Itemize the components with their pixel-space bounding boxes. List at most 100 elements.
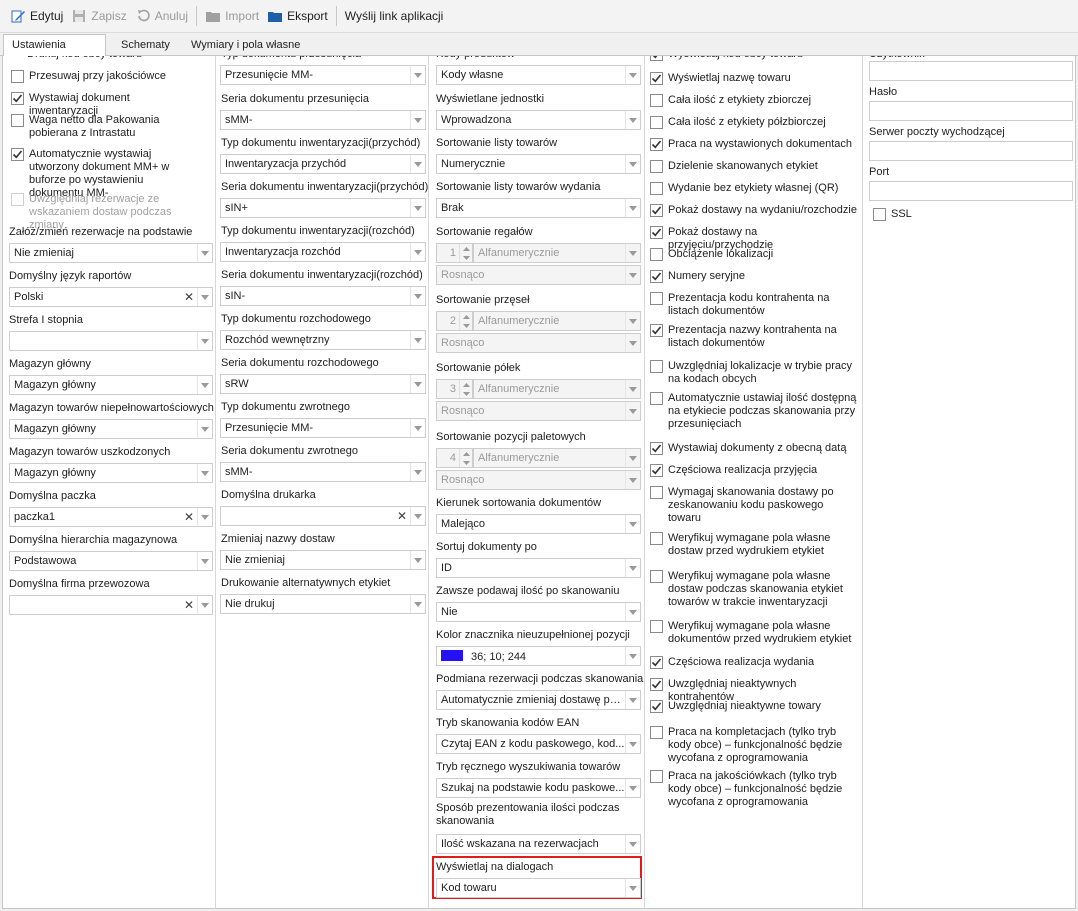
dropdown-arrow[interactable] <box>625 603 640 621</box>
combo-col1-2[interactable] <box>9 331 213 351</box>
dropdown-arrow[interactable] <box>410 331 425 349</box>
spin-up-icon[interactable] <box>460 312 472 321</box>
dropdown-arrow[interactable] <box>197 376 212 394</box>
combo-col3c-0[interactable]: Automatycznie zmieniaj dostawę po... <box>436 690 641 710</box>
checkbox-box[interactable] <box>650 324 663 337</box>
color-marker-combo[interactable]: 36; 10; 244 <box>436 646 641 666</box>
spin-down-icon[interactable] <box>460 458 472 467</box>
dialog-display-combo[interactable]: Kod towaru <box>436 878 641 898</box>
checkbox-col4-4[interactable]: Dzielenie skanowanych etykiet <box>650 160 858 173</box>
dropdown-arrow[interactable] <box>410 551 425 569</box>
combo-col2-11[interactable]: Nie drukuj <box>220 594 426 614</box>
checkbox-box[interactable] <box>650 700 663 713</box>
clear-icon[interactable]: ✕ <box>181 596 197 614</box>
clear-icon[interactable]: ✕ <box>181 508 197 526</box>
checkbox-col4-19[interactable]: Weryfikuj wymagane pola własne dokumentó… <box>650 620 858 646</box>
combo-col2-10[interactable]: Nie zmieniaj <box>220 550 426 570</box>
dropdown-arrow[interactable] <box>625 266 640 284</box>
dropdown-arrow[interactable] <box>197 508 212 526</box>
username-input[interactable] <box>869 61 1073 81</box>
checkbox-col4-3[interactable]: Praca na wystawionych dokumentach <box>650 138 858 151</box>
spin-up-icon[interactable] <box>460 449 472 458</box>
checkbox-box[interactable] <box>11 92 24 105</box>
checkbox-col4-18[interactable]: Weryfikuj wymagane pola własne dostaw po… <box>650 570 858 609</box>
dropdown-arrow[interactable] <box>625 647 640 665</box>
dropdown-arrow[interactable] <box>410 243 425 261</box>
checkbox-col4-6[interactable]: Pokaż dostawy na wydaniu/rozchodzie <box>650 204 858 217</box>
combo-col3a-2[interactable]: Brak <box>436 198 641 218</box>
checkbox-box[interactable] <box>650 72 663 85</box>
dropdown-arrow[interactable] <box>625 334 640 352</box>
checkbox-col4-8[interactable]: Obciążenie lokalizacji <box>650 248 858 261</box>
combo-col2-4[interactable]: sIN- <box>220 286 426 306</box>
dropdown-arrow[interactable] <box>625 779 640 797</box>
dropdown-arrow[interactable] <box>410 66 425 84</box>
combo-col3c-1[interactable]: Czytaj EAN z kodu paskowego, kod... <box>436 734 641 754</box>
checkbox-box[interactable] <box>650 138 663 151</box>
dropdown-arrow[interactable] <box>410 419 425 437</box>
sort-direction-combo-2[interactable]: Rosnąco <box>436 401 641 421</box>
combo-col2-8[interactable]: sMM- <box>220 462 426 482</box>
dropdown-arrow[interactable] <box>197 420 212 438</box>
combo-col2-0[interactable]: sMM- <box>220 110 426 130</box>
sort-mode-combo-0[interactable]: Alfanumerycznie <box>473 243 641 263</box>
combo-col2-2[interactable]: sIN+ <box>220 198 426 218</box>
sort-order-spinner[interactable]: 1 <box>436 243 473 263</box>
sort-mode-combo-3[interactable]: Alfanumerycznie <box>473 448 641 468</box>
checkbox-col4-14[interactable]: Wystawiaj dokumenty z obecną datą <box>650 442 858 455</box>
checkbox-box[interactable] <box>650 770 663 783</box>
checkbox-box[interactable] <box>650 442 663 455</box>
checkbox-box[interactable] <box>650 292 663 305</box>
dropdown-arrow[interactable] <box>625 111 640 129</box>
combo-col1-8[interactable]: ✕ <box>9 595 213 615</box>
checkbox-box[interactable] <box>650 532 663 545</box>
dropdown-arrow[interactable] <box>625 559 640 577</box>
combo-col2-7[interactable]: Przesunięcie MM- <box>220 418 426 438</box>
combo-col1-6[interactable]: paczka1 ✕ <box>9 507 213 527</box>
checkbox-box[interactable] <box>650 226 663 239</box>
checkbox-col4-16[interactable]: Wymagaj skanowania dostawy po zeskanowan… <box>650 486 858 525</box>
checkbox-box[interactable] <box>650 464 663 477</box>
checkbox-box[interactable] <box>650 656 663 669</box>
checkbox-col4-9[interactable]: Numery seryjne <box>650 270 858 283</box>
combo-transfer-type[interactable]: Przesunięcie MM- <box>220 65 426 85</box>
checkbox-col4-23[interactable]: Praca na kompletacjach (tylko tryb kody … <box>650 726 858 765</box>
combo-col1-5[interactable]: Magazyn główny <box>9 463 213 483</box>
combo-col2-5[interactable]: Rozchód wewnętrzny <box>220 330 426 350</box>
combo-col2-9[interactable]: ✕ <box>220 506 426 526</box>
dropdown-arrow[interactable] <box>197 332 212 350</box>
combo-col1-4[interactable]: Magazyn główny <box>9 419 213 439</box>
checkbox-col4-2[interactable]: Cała ilość z etykiety półzbiorczej <box>650 116 858 129</box>
dropdown-arrow[interactable] <box>197 244 212 262</box>
checkbox-col4-22[interactable]: Uwzględniaj nieaktywne towary <box>650 700 858 713</box>
checkbox-box[interactable] <box>650 248 663 261</box>
checkbox-box[interactable] <box>11 114 24 127</box>
spin-down-icon[interactable] <box>460 253 472 262</box>
combo-col3a-0[interactable]: Wprowadzona <box>436 110 641 130</box>
dropdown-arrow[interactable] <box>410 111 425 129</box>
checkbox-box[interactable] <box>650 270 663 283</box>
checkbox-box[interactable] <box>650 678 663 691</box>
checkbox-col1-2[interactable]: Waga netto dla Pakowania pobierana z Int… <box>11 114 191 140</box>
undo-button[interactable]: Anuluj <box>131 4 192 28</box>
edit-button[interactable]: Edytuj <box>6 4 67 28</box>
dropdown-arrow[interactable] <box>625 244 640 262</box>
checkbox-box[interactable] <box>650 160 663 173</box>
combo-col3a-1[interactable]: Numerycznie <box>436 154 641 174</box>
combo-col2-3[interactable]: Inwentaryzacja rozchód <box>220 242 426 262</box>
checkbox-col4-1[interactable]: Cała ilość z etykiety zbiorczej <box>650 94 858 107</box>
combo-col2-6[interactable]: sRW <box>220 374 426 394</box>
checkbox-box[interactable] <box>650 620 663 633</box>
dropdown-arrow[interactable] <box>625 155 640 173</box>
dropdown-arrow[interactable] <box>625 380 640 398</box>
combo-col3c-2[interactable]: Szukaj na podstawie kodu paskowe... <box>436 778 641 798</box>
sort-order-spinner[interactable]: 4 <box>436 448 473 468</box>
checkbox-box[interactable] <box>650 94 663 107</box>
checkbox-col4-11[interactable]: Prezentacja nazwy kontrahenta na listach… <box>650 324 858 350</box>
dropdown-arrow[interactable] <box>410 463 425 481</box>
combo-col2-1[interactable]: Inwentaryzacja przychód <box>220 154 426 174</box>
dropdown-arrow[interactable] <box>625 691 640 709</box>
dropdown-arrow[interactable] <box>625 879 640 897</box>
combo-col1-1[interactable]: Polski ✕ <box>9 287 213 307</box>
combo-product-codes[interactable]: Kody własne <box>436 65 641 85</box>
